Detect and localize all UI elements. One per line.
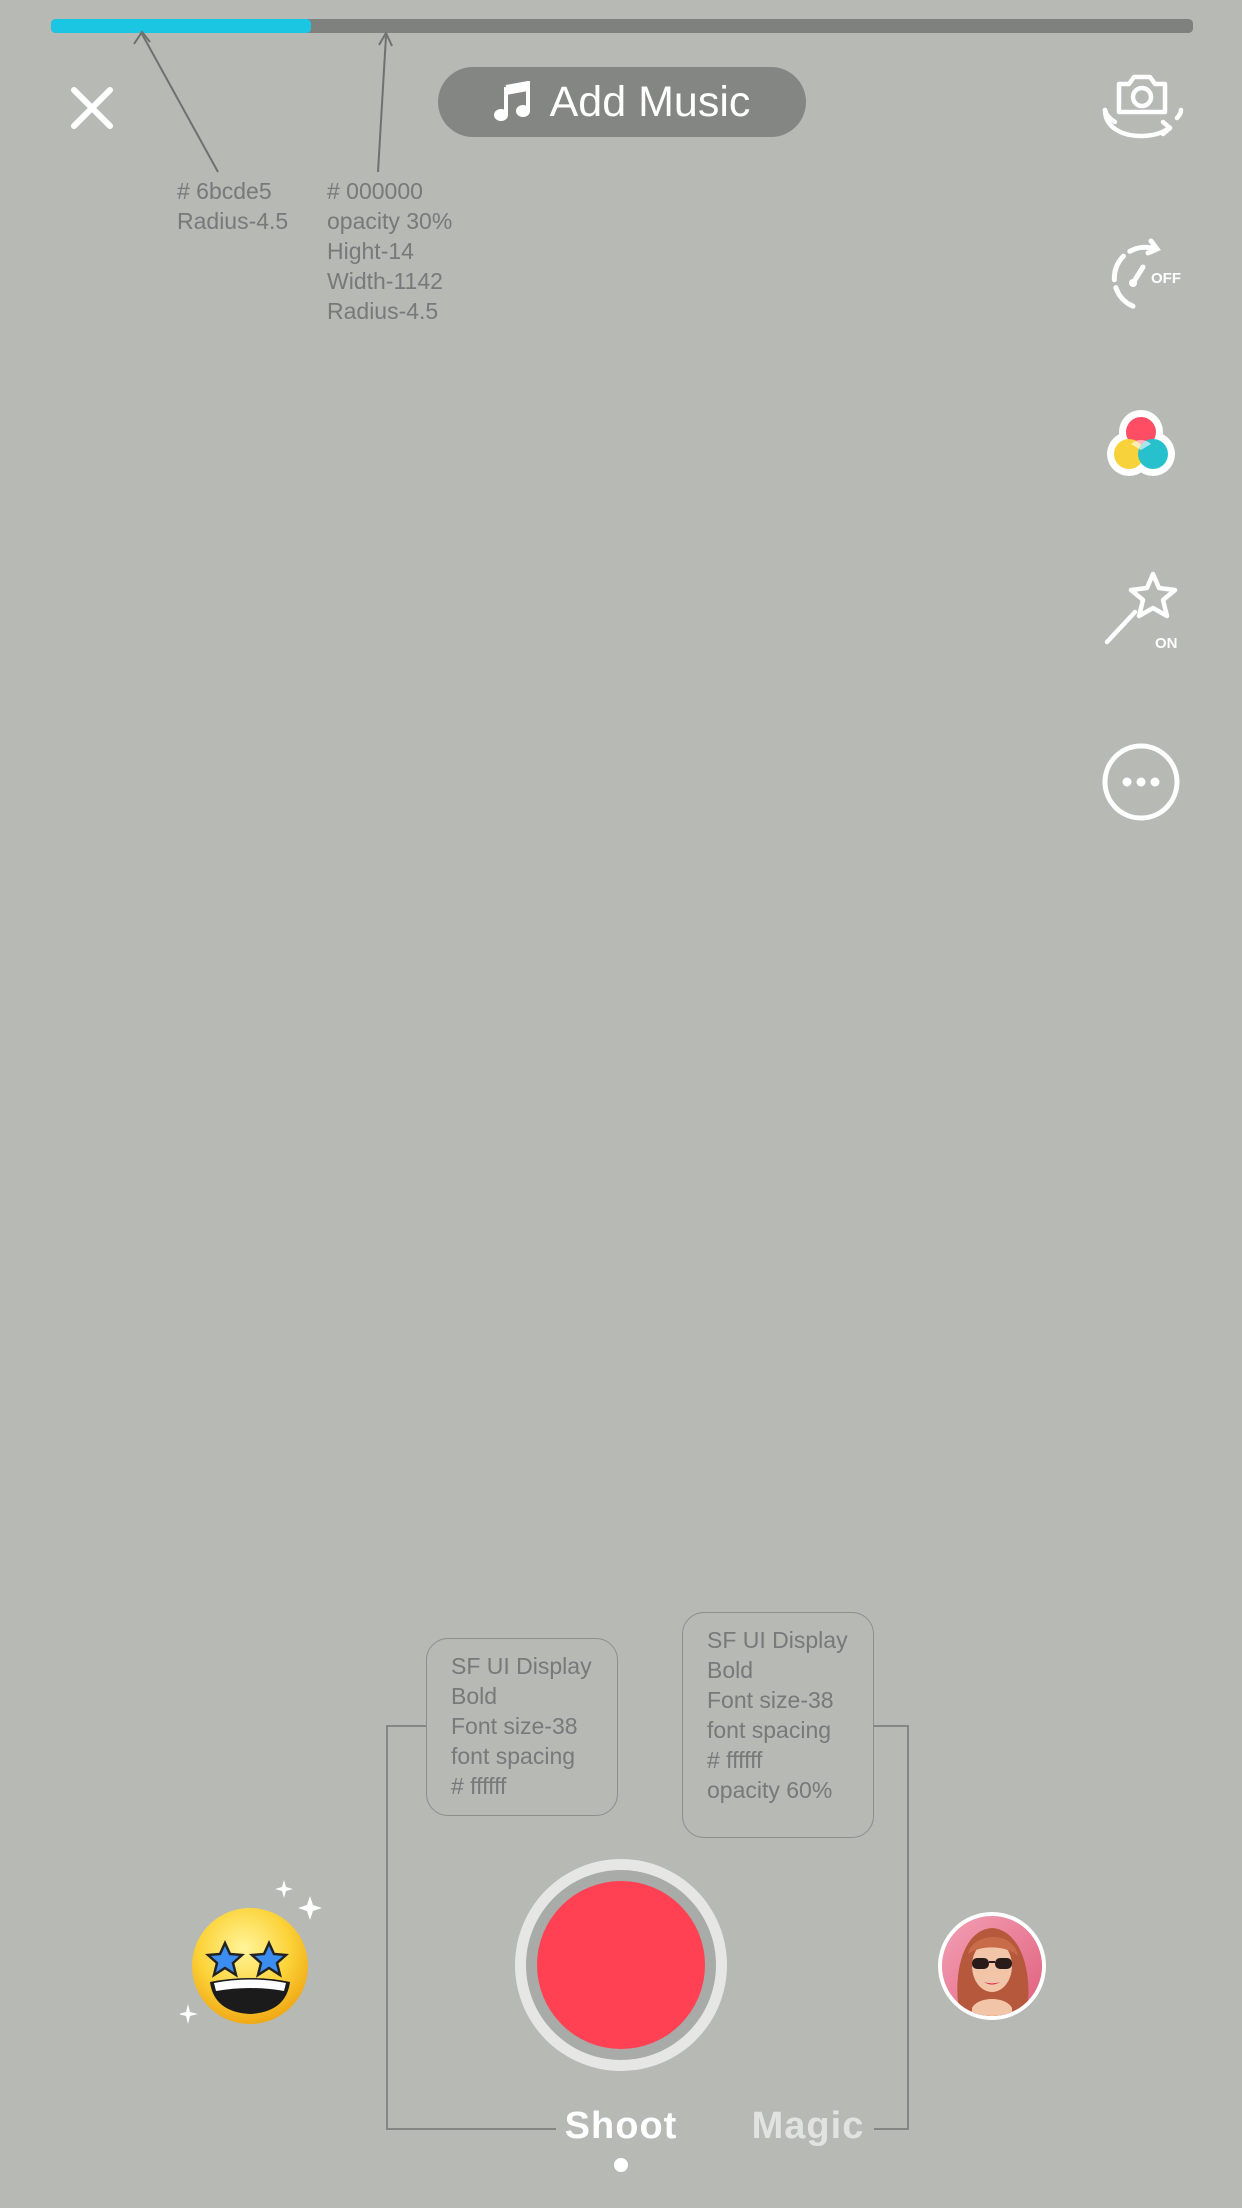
record-button-core — [537, 1881, 705, 2049]
magic-bracket — [873, 1725, 909, 2130]
music-note-icon — [493, 81, 532, 123]
timer-badge: OFF — [1151, 270, 1181, 287]
magic-badge: ON — [1155, 635, 1178, 652]
magic-button[interactable]: ON — [1095, 566, 1187, 658]
fill-annotation-leader — [141, 33, 219, 173]
flip-camera-button[interactable] — [1095, 62, 1187, 154]
progress-track-annotation: # 000000 opacity 30% Hight-14 Width-1142… — [327, 178, 453, 324]
active-mode-indicator — [614, 2158, 628, 2172]
track-annotation-leader — [377, 35, 387, 173]
avatar-image — [942, 1916, 1042, 2016]
profile-avatar[interactable] — [938, 1912, 1046, 2020]
magic-spec-annotation: SF UI Display Bold Font size-38 font spa… — [682, 1612, 874, 1838]
effects-button[interactable] — [178, 1880, 340, 2030]
progress-fill-annotation: # 6bcde5 Radius-4.5 — [177, 178, 289, 234]
add-music-button[interactable]: Add Music — [438, 67, 806, 137]
mode-shoot[interactable]: Shoot — [556, 2105, 686, 2148]
mode-magic[interactable]: Magic — [742, 2105, 874, 2148]
more-icon — [1102, 743, 1180, 821]
filters-button[interactable] — [1095, 398, 1187, 490]
more-button[interactable] — [1095, 736, 1187, 828]
star-eyes-emoji-icon — [178, 1880, 322, 2024]
timer-button[interactable]: OFF — [1095, 231, 1187, 323]
shoot-spec-annotation: SF UI Display Bold Font size-38 font spa… — [426, 1638, 618, 1816]
camera-flip-icon — [1102, 74, 1184, 139]
timer-icon: OFF — [1111, 238, 1181, 310]
filters-icon — [1107, 410, 1175, 476]
add-music-label: Add Music — [549, 77, 751, 126]
close-button[interactable] — [62, 78, 122, 138]
magic-wand-icon: ON — [1104, 571, 1178, 652]
close-icon — [71, 87, 113, 129]
